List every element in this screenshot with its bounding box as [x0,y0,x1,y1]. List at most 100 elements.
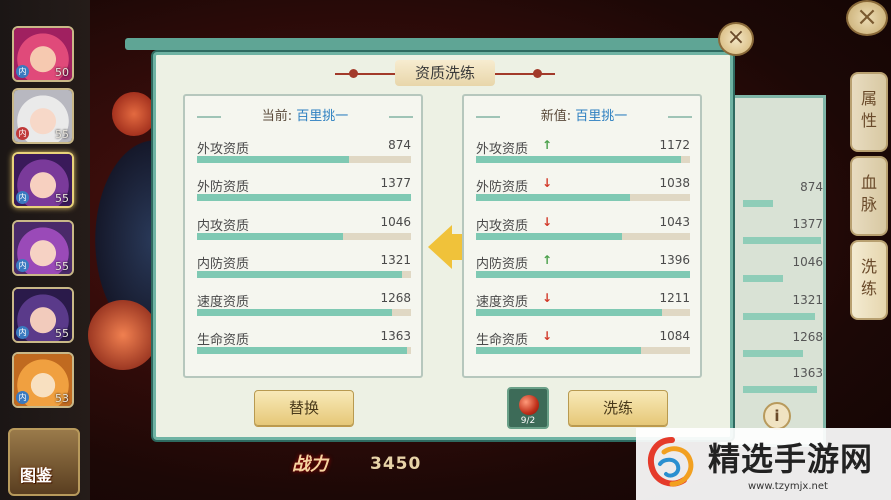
tab-attributes[interactable]: 属性 [850,72,888,152]
new-stats-panel: 新值: 百里挑一 外攻资质 ↑ 1172 外防资质 ↓ 1038 内攻资质 ↓ … [462,94,702,378]
stat-bar-fill [197,347,407,354]
stat-name: 内攻资质 [197,219,250,234]
hero-slot-4[interactable]: 内 55 [12,220,74,276]
close-icon: × [726,25,746,50]
stat-name: 生命资质 [197,333,250,348]
arrow-down-icon: ↓ [542,176,553,190]
stat-value: 1038 [659,176,690,190]
info-icon[interactable]: i [763,402,791,430]
site-watermark: 精选手游网 www.tzymjx.net [636,428,891,500]
class-tag: 内 [16,65,29,78]
collection-button[interactable]: 图鉴 [8,428,80,496]
new-quality-value: 百里挑一 [575,109,628,124]
watermark-title: 精选手游网 [708,440,874,478]
stat-name: 外防资质 [197,180,250,195]
item-count: 9/2 [520,416,536,426]
combat-power: 战力 3450 [280,448,450,478]
hero-slot-5[interactable]: 内 55 [12,287,74,343]
stat-name: 内攻资质 [476,219,529,234]
tab-refine[interactable]: 洗练 [850,240,888,320]
title-ornament-dot [349,69,358,78]
new-quality-header: 新值: 百里挑一 [476,106,692,128]
hero-level: 53 [55,392,69,405]
stat-bar-fill [476,347,641,354]
stat-row: 外攻资质 874 [195,138,413,168]
current-stats-panel: 当前: 百里挑一 外攻资质 874 外防资质 1377 内攻资质 1046 内防… [183,94,423,378]
watermark-logo-icon [648,437,694,487]
lantern-orb [112,92,156,136]
refine-item-slot[interactable]: 9/2 [507,387,549,429]
title-ornament-dot [533,69,542,78]
stat-bar [476,309,690,316]
hero-level: 50 [55,66,69,79]
hero-slot-1[interactable]: 内 50 [12,26,74,82]
stat-bar-fill [476,271,690,278]
bg-stat-row: 1377 [743,217,823,244]
stat-bar [197,271,411,278]
header-line [389,116,413,118]
stat-row: 速度资质 1268 [195,291,413,321]
replace-button[interactable]: 替换 [254,390,354,426]
new-label: 新值: [540,109,572,124]
stat-value: 1321 [380,253,411,267]
watermark-url: www.tzymjx.net [748,481,828,492]
stat-bar [476,156,690,163]
arrow-down-icon: ↓ [542,215,553,229]
stat-value: 1377 [380,176,411,190]
dialog-title: 资质洗练 [395,60,495,86]
arrow-left-icon-tail [448,234,462,260]
stat-row: 内攻资质 ↓ 1043 [474,215,692,245]
tab-bloodline[interactable]: 血脉 [850,156,888,236]
stat-bar [197,347,411,354]
hero-level: 55 [55,192,69,205]
stat-value: 1172 [659,138,690,152]
bg-stat-value: 1268 [792,330,823,344]
hero-list: 内 50 内 55 内 55 内 55 内 55 内 53 图鉴 [0,0,90,500]
dialog-close-button[interactable]: × [718,22,754,56]
stat-bar-fill [197,194,411,201]
bg-stat-row: 1268 [743,330,823,357]
class-tag: 内 [16,391,29,404]
stat-bar [197,309,411,316]
bg-stat-bar [743,350,803,357]
stat-row: 外防资质 1377 [195,176,413,206]
dialog-top-bar [125,38,730,50]
stat-bar [197,194,411,201]
stat-row: 速度资质 ↓ 1211 [474,291,692,321]
stat-value: 1268 [380,291,411,305]
close-icon[interactable]: × [846,0,888,36]
stat-bar [197,233,411,240]
stat-bar-fill [197,271,403,278]
current-label: 当前: [261,109,293,124]
stat-value: 1043 [659,215,690,229]
class-tag: 内 [16,191,29,204]
header-line [476,116,500,118]
collection-label: 图鉴 [20,466,53,485]
hero-slot-2[interactable]: 内 55 [12,88,74,144]
stat-bar [476,194,690,201]
bg-stat-value: 1321 [792,293,823,307]
current-quality-header: 当前: 百里挑一 [197,106,413,128]
hero-slot-6[interactable]: 内 53 [12,352,74,408]
hero-slot-3[interactable]: 内 55 [12,152,74,208]
stat-row: 内防资质 1321 [195,253,413,283]
stat-bar [476,233,690,240]
stat-name: 外攻资质 [197,142,250,157]
hero-level: 55 [55,260,69,273]
stat-value: 874 [388,138,411,152]
stat-name: 外攻资质 [476,142,529,157]
bg-stat-bar [743,313,815,320]
hero-level: 55 [55,327,69,340]
stat-bar-fill [476,156,682,163]
stat-row: 外防资质 ↓ 1038 [474,176,692,206]
stat-bar-fill [197,309,392,316]
refine-button[interactable]: 洗练 [568,390,668,426]
bg-stat-row: 1046 [743,255,823,282]
stat-name: 生命资质 [476,333,529,348]
stat-name: 速度资质 [197,295,250,310]
stat-bar-fill [476,309,663,316]
bg-stat-row: 1321 [743,293,823,320]
class-tag: 内 [16,127,29,140]
stat-bar-fill [476,233,622,240]
bg-stat-row: 1363 [743,366,823,393]
